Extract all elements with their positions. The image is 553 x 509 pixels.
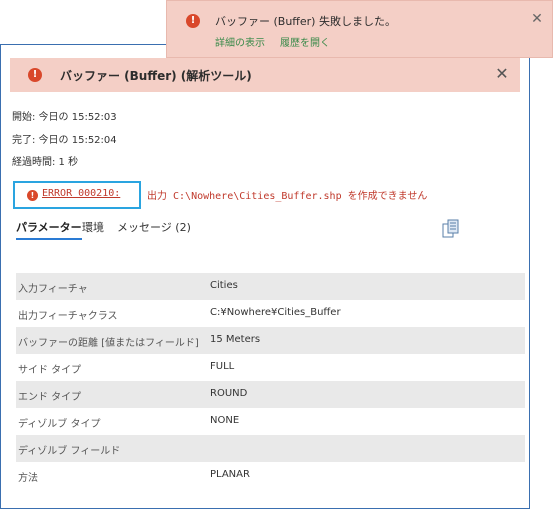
tool-title: バッファー (Buffer) (解析ツール) (60, 69, 252, 83)
table-row: バッファーの距離 [値またはフィールド] 15 Meters (16, 327, 525, 354)
error-icon: ! (27, 190, 38, 201)
close-icon[interactable]: ✕ (492, 64, 512, 84)
parameter-table: 入力フィーチャ Cities 出力フィーチャクラス C:¥Nowhere¥Cit… (16, 273, 525, 489)
geoprocessing-details-pane: ! バッファー (Buffer) (解析ツール) ✕ 開始: 今日の 15:52… (0, 44, 530, 509)
tab-environments[interactable]: 環境 (82, 219, 104, 235)
param-value: C:¥Nowhere¥Cities_Buffer (210, 307, 341, 318)
error-code-link[interactable]: ERROR 000210: (42, 188, 120, 199)
param-name: ディゾルブ フィールド (18, 446, 121, 457)
table-row: エンド タイプ ROUND (16, 381, 525, 408)
copy-icon[interactable] (442, 219, 460, 239)
param-name: バッファーの距離 [値またはフィールド] (18, 338, 199, 349)
param-name: サイド タイプ (18, 365, 82, 376)
open-history-link[interactable]: 履歴を開く (280, 34, 330, 49)
view-details-link[interactable]: 詳細の表示 (215, 34, 265, 49)
error-message: 出力 C:\Nowhere\Cities_Buffer.shp を作成できません (147, 191, 428, 202)
table-row: サイド タイプ FULL (16, 354, 525, 381)
tab-messages[interactable]: メッセージ (2) (117, 219, 191, 235)
param-value: ROUND (210, 388, 248, 399)
param-name: 方法 (18, 473, 38, 484)
tool-header: ! バッファー (Buffer) (解析ツール) ✕ (10, 58, 520, 92)
table-row: 入力フィーチャ Cities (16, 273, 525, 300)
error-icon: ! (186, 14, 200, 28)
elapsed-time: 経過時間: 1 秒 (12, 157, 79, 168)
param-value: PLANAR (210, 469, 250, 480)
error-icon: ! (28, 68, 42, 82)
close-icon[interactable]: ✕ (528, 10, 546, 28)
table-row: ディゾルブ タイプ NONE (16, 408, 525, 435)
param-name: ディゾルブ タイプ (18, 419, 101, 430)
table-row: ディゾルブ フィールド (16, 435, 525, 462)
param-value: FULL (210, 361, 235, 372)
tab-parameters[interactable]: パラメーター (16, 219, 82, 240)
start-time: 開始: 今日の 15:52:03 (12, 112, 117, 123)
param-value: 15 Meters (210, 334, 261, 345)
error-code-box: ! ERROR 000210: (13, 181, 141, 209)
table-row: 出力フィーチャクラス C:¥Nowhere¥Cities_Buffer (16, 300, 525, 327)
param-value: NONE (210, 415, 240, 426)
param-name: エンド タイプ (18, 392, 82, 403)
failure-notification: ! バッファー (Buffer) 失敗しました。 詳細の表示 履歴を開く ✕ (166, 0, 553, 58)
end-time: 完了: 今日の 15:52:04 (12, 135, 117, 146)
param-name: 出力フィーチャクラス (18, 311, 118, 322)
table-row: 方法 PLANAR (16, 462, 525, 489)
notification-message: バッファー (Buffer) 失敗しました。 (215, 15, 396, 28)
param-name: 入力フィーチャ (18, 284, 88, 295)
param-value: Cities (210, 280, 238, 291)
